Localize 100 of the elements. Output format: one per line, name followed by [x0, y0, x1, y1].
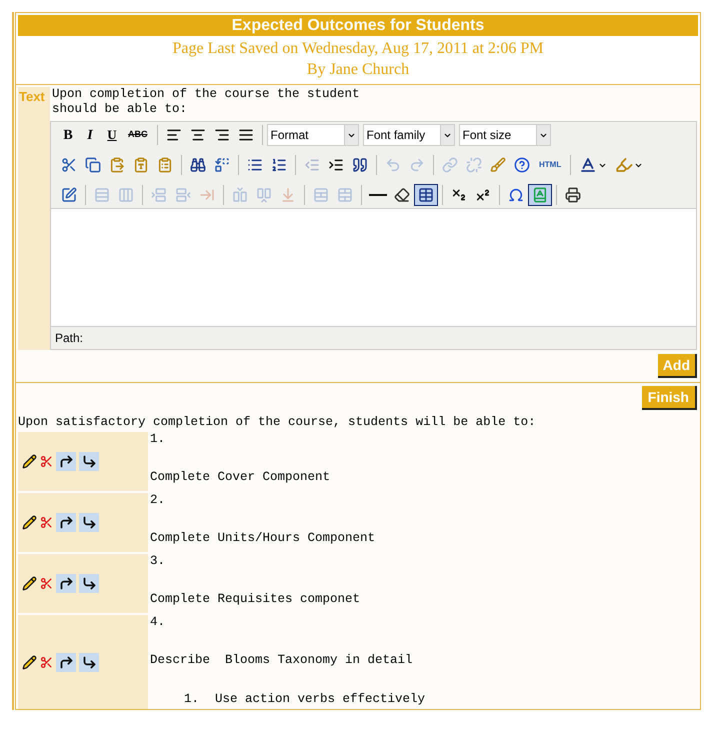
cut-button[interactable] [40, 455, 53, 468]
arrow-icon [82, 654, 96, 670]
columns-icon [118, 187, 134, 203]
outcome-number: 3. [150, 554, 166, 569]
field-label: Text [18, 87, 50, 350]
move-up-button[interactable] [56, 574, 76, 593]
highlighter-icon [615, 156, 634, 174]
brush-icon [490, 157, 506, 173]
eraser-icon [394, 187, 410, 203]
outdent-icon [304, 157, 320, 173]
scissors-icon [61, 157, 77, 173]
outcome-number: 4. [150, 615, 166, 630]
redo-arrow-icon [58, 515, 74, 530]
edit-icon [61, 187, 77, 203]
redo-arrow-icon [58, 576, 74, 591]
scissors-icon [40, 455, 53, 468]
copy-icon [85, 157, 101, 173]
printer-icon [565, 187, 581, 203]
subscript-icon [451, 187, 467, 203]
move-up-button[interactable] [56, 513, 76, 532]
table-icon [418, 187, 434, 203]
align-left-icon [166, 127, 182, 143]
edit-button[interactable] [22, 454, 37, 469]
rows-icon [94, 187, 110, 203]
replace-icon [214, 157, 230, 173]
dropdown[interactable]: Font family [362, 124, 454, 146]
split-cells-icon [313, 187, 329, 203]
superscript-icon [475, 187, 491, 203]
cut-button[interactable] [40, 516, 53, 529]
redo-arrow-icon [58, 654, 74, 670]
move-down-button[interactable] [79, 574, 99, 593]
header-bar: Expected Outcomes for Students [18, 15, 698, 36]
outcome-text: Complete Cover Component [150, 470, 330, 485]
arrow-icon [82, 454, 96, 469]
move-down-button[interactable] [79, 452, 99, 471]
binoculars-icon [190, 157, 206, 173]
outcome-text: Describe Blooms Taxonomy in detail [150, 653, 413, 668]
outcomes-intro: Upon satisfactory completion of the course, students will be able to: [18, 415, 537, 431]
pencil-icon [22, 654, 37, 670]
redo-arrow-icon [58, 454, 74, 469]
instruction-text: Upon completion of the course the student [52, 87, 361, 102]
move-down-button[interactable] [79, 652, 99, 672]
link-icon [442, 157, 458, 173]
cut-button[interactable] [40, 656, 53, 668]
help-icon [514, 157, 530, 173]
insert-column-icon [256, 187, 272, 203]
format-button[interactable]: B [57, 124, 79, 146]
outcome-number: 2. [150, 493, 166, 508]
merge-cells-icon [337, 187, 353, 203]
horizontal-rule-icon [369, 194, 387, 196]
dictionary-icon [532, 187, 548, 203]
scissors-icon [40, 577, 53, 590]
bullet-list-icon [247, 157, 263, 173]
format-button[interactable]: HTML [534, 154, 566, 176]
clipboard-document-icon [157, 157, 173, 173]
redo-icon [409, 157, 425, 173]
move-up-button[interactable] [56, 452, 76, 471]
cut-button[interactable] [40, 577, 53, 590]
arrow-icon [82, 576, 96, 591]
insert-row-icon [151, 187, 167, 203]
move-up-button[interactable] [56, 652, 76, 672]
format-button[interactable]: U [101, 124, 123, 146]
sub-outcome-text: Use action verbs effectively [215, 692, 426, 707]
edit-button[interactable] [22, 515, 37, 530]
numbered-list-icon [271, 157, 287, 173]
outcome-text: Complete Units/Hours Component [150, 531, 376, 546]
indent-icon [328, 157, 344, 173]
format-button[interactable]: ABC [123, 124, 152, 146]
align-center-icon [190, 127, 206, 143]
outcome-text: Complete Requisites componet [150, 592, 360, 607]
path-label: Path: [54, 330, 84, 347]
edit-button[interactable] [22, 576, 37, 591]
outcome-number: 1. [150, 432, 166, 447]
clipboard-icon [109, 157, 125, 173]
edit-button[interactable] [22, 654, 37, 670]
last-saved-text: Page Last Saved on Wednesday, Aug 17, 2011 at 2:06 PM [172, 39, 544, 59]
omega-icon [508, 187, 524, 203]
arrow-icon [82, 515, 96, 530]
align-right-icon [214, 127, 230, 143]
instruction-text: should be able to: [52, 102, 188, 117]
pencil-icon [22, 515, 37, 530]
spellcheck-button[interactable] [528, 184, 552, 206]
undo-icon [385, 157, 401, 173]
insert-row-icon [175, 187, 191, 203]
dropdown[interactable]: Font size [458, 124, 550, 146]
text-color-icon [579, 156, 598, 174]
insert-table-button[interactable] [414, 184, 438, 206]
dropdown[interactable]: Format [266, 124, 358, 146]
format-button[interactable]: I [79, 124, 101, 146]
insert-column-icon [232, 187, 248, 203]
scissors-icon [40, 656, 53, 668]
pencil-icon [22, 576, 37, 591]
quote-icon [352, 157, 368, 173]
move-down-button[interactable] [79, 513, 99, 532]
author-text: By Jane Church [306, 60, 410, 80]
sub-outcome-number: 1. [184, 692, 200, 707]
scissors-icon [40, 516, 53, 529]
justify-icon [238, 127, 254, 143]
unlink-icon [466, 157, 482, 173]
clipboard-text-icon [133, 157, 149, 173]
